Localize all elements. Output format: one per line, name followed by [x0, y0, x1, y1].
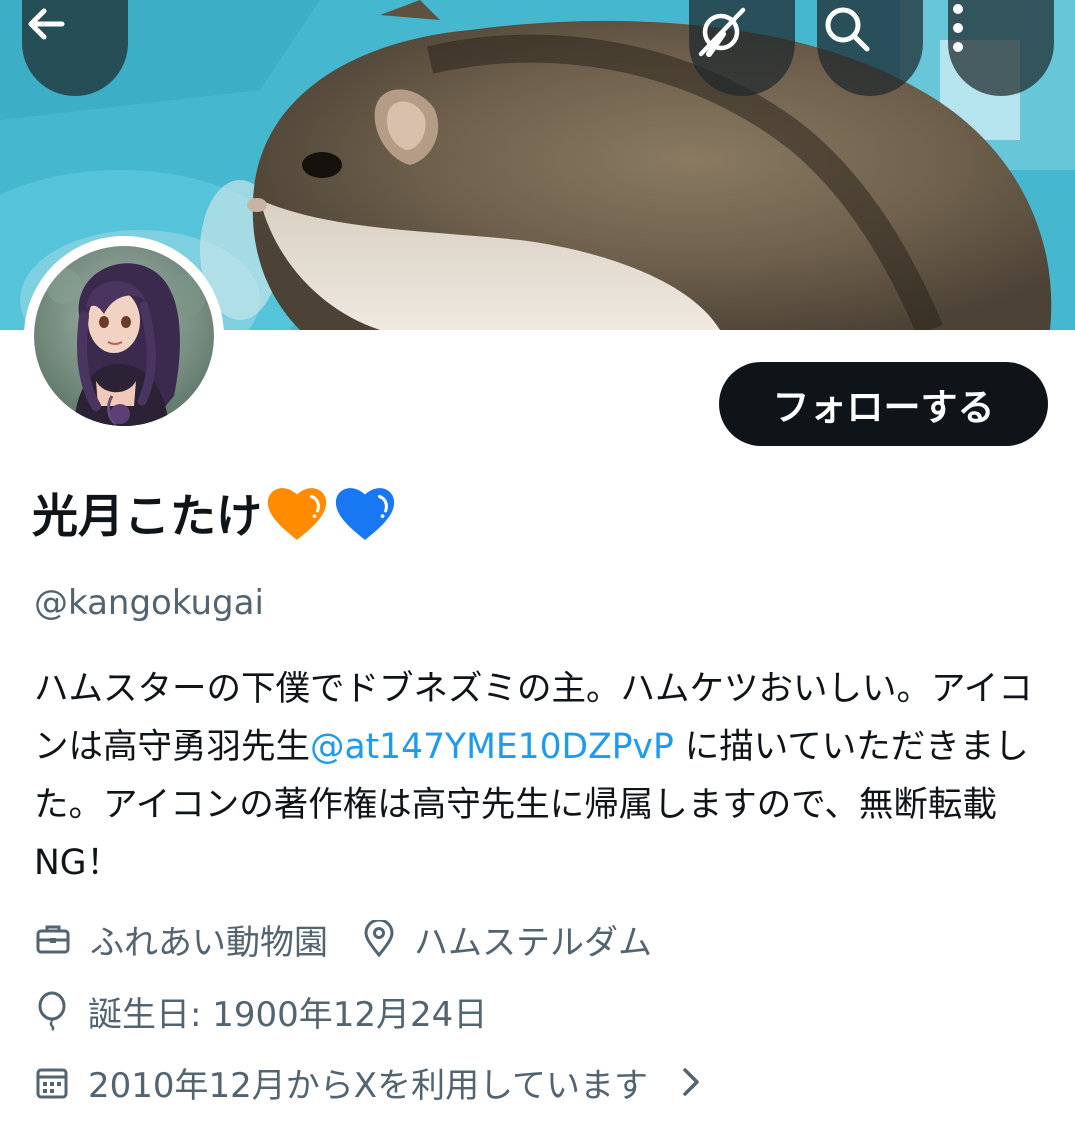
blue-heart-icon — [335, 488, 395, 540]
bio-mention-link[interactable]: @at147YME10DZPvP — [310, 727, 674, 767]
chevron-right-icon — [683, 1068, 699, 1096]
display-name: 光月こたけ — [32, 489, 262, 543]
profile-birthday: 誕生日: 1900年12月24日 — [88, 994, 488, 1035]
calendar-icon — [36, 1068, 68, 1099]
follow-button[interactable]: フォローする — [719, 362, 1048, 446]
profile-category: ふれあい動物園 — [90, 922, 328, 963]
balloon-icon — [38, 991, 66, 1031]
orange-heart-icon — [267, 488, 327, 540]
profile-avatar[interactable] — [24, 236, 224, 436]
profile-meta-joined[interactable]: 2010年12月からXを利用しています — [34, 1053, 702, 1111]
display-name-row: 光月こたけ — [32, 478, 398, 548]
location-pin-icon — [364, 920, 394, 958]
profile-meta-category-location: ふれあい動物園 ハムステルダム — [34, 910, 652, 968]
profile-joined-date: 2010年12月からXを利用しています — [88, 1065, 649, 1106]
profile-meta-birthday: 誕生日: 1900年12月24日 — [34, 982, 487, 1040]
search-icon — [825, 7, 870, 52]
user-handle: @kangokugai — [34, 583, 264, 623]
more-vertical-icon — [953, 4, 963, 52]
arrow-left-icon — [28, 8, 65, 40]
profile-bio: ハムスターの下僕でドブネズミの主。ハムケツおいしい。アイコンは高守勇羽先生@at… — [34, 660, 1050, 892]
briefcase-icon — [36, 925, 70, 954]
translate-off-icon — [698, 7, 746, 57]
avatar-image — [34, 246, 214, 426]
profile-location: ハムステルダム — [414, 922, 652, 963]
